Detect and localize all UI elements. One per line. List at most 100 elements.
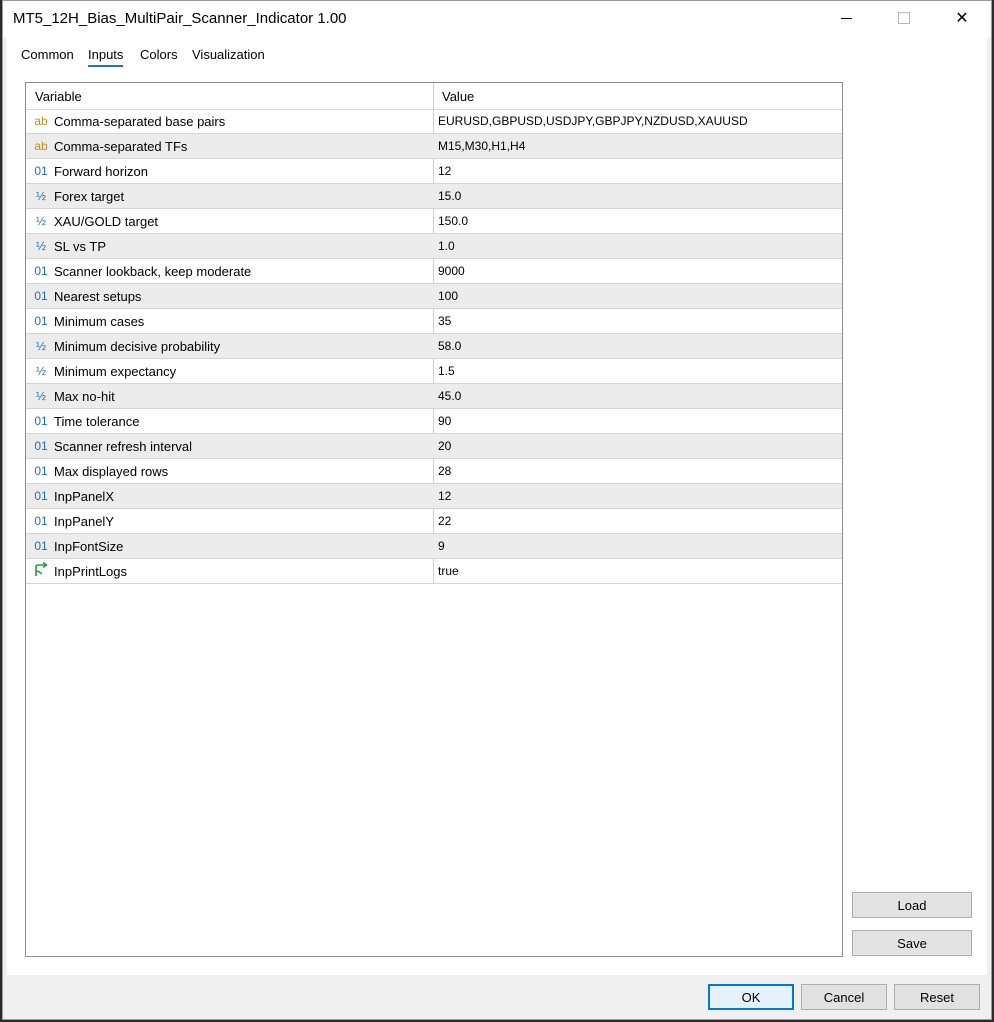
title-bar: MT5_12H_Bias_MultiPair_Scanner_Indicator… (3, 1, 991, 37)
variable-value[interactable]: 1.0 (438, 239, 455, 253)
table-row[interactable]: ½ Max no-hit 45.0 (26, 384, 842, 409)
variable-name: Minimum decisive probability (54, 339, 221, 354)
table-row[interactable]: ½ Minimum expectancy 1.5 (26, 359, 842, 384)
table-row[interactable]: ½ Minimum decisive probability 58.0 (26, 334, 842, 359)
variable-value[interactable]: 90 (438, 414, 451, 428)
variable-name: Forward horizon (54, 164, 148, 179)
window-title: MT5_12H_Bias_MultiPair_Scanner_Indicator… (13, 10, 347, 27)
variable-name: Scanner lookback, keep moderate (54, 264, 252, 279)
close-button[interactable]: ✕ (939, 1, 985, 35)
variable-name: InpPrintLogs (54, 564, 127, 579)
table-row[interactable]: ½ SL vs TP 1.0 (26, 234, 842, 259)
variable-name: InpPanelY (54, 514, 114, 529)
variable-value[interactable]: 150.0 (438, 214, 468, 228)
table-row[interactable]: 01 Minimum cases 35 (26, 309, 842, 334)
integer-type-icon: 01 (34, 289, 48, 303)
integer-type-icon: 01 (34, 164, 48, 178)
integer-type-icon: 01 (34, 539, 48, 553)
table-row[interactable]: ½ XAU/GOLD target 150.0 (26, 209, 842, 234)
variable-value[interactable]: M15,M30,H1,H4 (438, 139, 525, 153)
table-row[interactable]: 01 Scanner refresh interval 20 (26, 434, 842, 459)
ok-button[interactable]: OK (708, 984, 794, 1010)
table-row[interactable]: 01 Scanner lookback, keep moderate 9000 (26, 259, 842, 284)
variable-name: Nearest setups (54, 289, 142, 304)
minimize-icon (840, 17, 852, 19)
variable-value[interactable]: 28 (438, 464, 451, 478)
variable-value[interactable]: 9000 (438, 264, 465, 278)
cancel-button[interactable]: Cancel (801, 984, 887, 1010)
tab-inputs[interactable]: Inputs (88, 47, 124, 67)
variable-name: Minimum expectancy (54, 364, 177, 379)
reset-button[interactable]: Reset (894, 984, 980, 1010)
minimize-button[interactable] (823, 1, 869, 35)
dialog-content: Common Inputs Colors Visualization Varia… (7, 37, 987, 975)
variable-value[interactable]: true (438, 564, 459, 578)
variable-name: Time tolerance (54, 414, 140, 429)
variable-name: XAU/GOLD target (54, 214, 159, 229)
double-type-icon: ½ (35, 339, 46, 353)
variable-value[interactable]: 45.0 (438, 389, 461, 403)
double-type-icon: ½ (35, 364, 46, 378)
variable-value[interactable]: 35 (438, 314, 451, 328)
variable-name: Minimum cases (54, 314, 145, 329)
variable-value[interactable]: 1.5 (438, 364, 455, 378)
tab-bar: Common Inputs Colors Visualization (7, 37, 987, 71)
save-button[interactable]: Save (852, 930, 972, 956)
table-row[interactable]: 01 Forward horizon 12 (26, 159, 842, 184)
table-row[interactable]: 01 InpPanelX 12 (26, 484, 842, 509)
grid-header: Variable Value (26, 83, 842, 110)
table-row[interactable]: ab Comma-separated TFs M15,M30,H1,H4 (26, 134, 842, 159)
variable-value[interactable]: 15.0 (438, 189, 461, 203)
variable-name: InpPanelX (54, 489, 114, 504)
integer-type-icon: 01 (34, 464, 48, 478)
maximize-button[interactable] (881, 1, 927, 35)
variable-name: Scanner refresh interval (54, 439, 193, 454)
variable-name: InpFontSize (54, 539, 124, 554)
table-row[interactable]: ½ Forex target 15.0 (26, 184, 842, 209)
variable-name: Forex target (54, 189, 125, 204)
double-type-icon: ½ (35, 239, 46, 253)
table-row[interactable]: 01 InpFontSize 9 (26, 534, 842, 559)
column-header-variable[interactable]: Variable (35, 89, 82, 104)
table-row[interactable]: ab Comma-separated base pairs EURUSD,GBPUS… (26, 109, 842, 134)
load-button[interactable]: Load (852, 892, 972, 918)
variable-value[interactable]: EURUSD,GBPUSD,USDJPY,GBPJPY,NZDUSD,XAUUS… (438, 114, 748, 128)
variable-value[interactable]: 9 (438, 539, 445, 553)
variable-value[interactable]: 12 (438, 164, 451, 178)
string-type-icon: ab (34, 114, 48, 128)
footer-bar: OK Cancel Reset (3, 975, 991, 1019)
variable-name: Max no-hit (54, 389, 115, 404)
table-row[interactable]: InpPrintLogs true (26, 559, 842, 584)
dialog-window: MT5_12H_Bias_MultiPair_Scanner_Indicator… (2, 0, 992, 1020)
variable-value[interactable]: 100 (438, 289, 458, 303)
variable-name: Comma-separated TFs (54, 139, 188, 154)
variable-value[interactable]: 12 (438, 489, 451, 503)
table-row[interactable]: 01 Nearest setups 100 (26, 284, 842, 309)
table-row[interactable]: 01 Max displayed rows 28 (26, 459, 842, 484)
variable-name: Comma-separated base pairs (54, 114, 226, 129)
table-row[interactable]: 01 InpPanelY 22 (26, 509, 842, 534)
variable-value[interactable]: 58.0 (438, 339, 461, 353)
tab-common[interactable]: Common (21, 47, 74, 62)
column-header-value[interactable]: Value (442, 89, 474, 104)
variable-value[interactable]: 20 (438, 439, 451, 453)
variable-value[interactable]: 22 (438, 514, 451, 528)
double-type-icon: ½ (35, 189, 46, 203)
integer-type-icon: 01 (34, 314, 48, 328)
string-type-icon: ab (34, 139, 48, 153)
double-type-icon: ½ (35, 214, 46, 228)
inputs-grid: Variable Value ab Comma-separated base pa… (25, 82, 843, 957)
integer-type-icon: 01 (34, 489, 48, 503)
integer-type-icon: 01 (34, 414, 48, 428)
integer-type-icon: 01 (34, 439, 48, 453)
bool-type-icon (31, 561, 51, 580)
variable-name: Max displayed rows (54, 464, 169, 479)
close-icon: ✕ (955, 10, 969, 27)
integer-type-icon: 01 (34, 264, 48, 278)
tab-colors[interactable]: Colors (140, 47, 178, 62)
table-row[interactable]: 01 Time tolerance 90 (26, 409, 842, 434)
double-type-icon: ½ (35, 389, 46, 403)
maximize-icon (898, 12, 910, 24)
variable-name: SL vs TP (54, 239, 107, 254)
tab-visualization[interactable]: Visualization (192, 47, 265, 62)
